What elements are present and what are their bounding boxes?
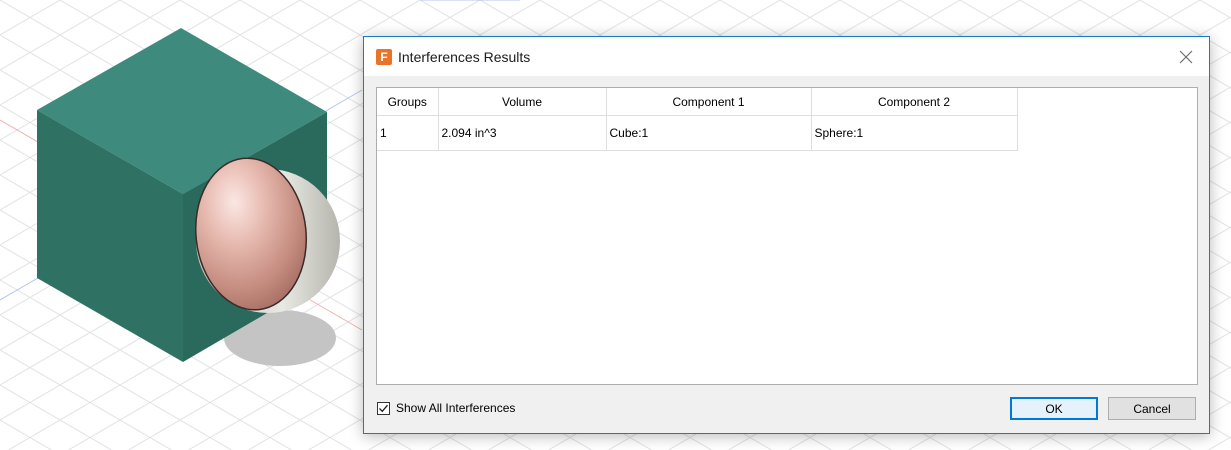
cancel-button[interactable]: Cancel bbox=[1108, 397, 1196, 420]
column-header-component-2[interactable]: Component 2 bbox=[810, 88, 1018, 116]
show-all-interferences-toggle[interactable]: Show All Interferences bbox=[377, 401, 515, 415]
results-table: Groups Volume Component 1 Component 2 1 … bbox=[377, 88, 1018, 151]
table-header-row: Groups Volume Component 1 Component 2 bbox=[377, 88, 1018, 116]
cell-volume: 2.094 in^3 bbox=[437, 115, 607, 151]
dialog-title: Interferences Results bbox=[398, 48, 531, 65]
close-button[interactable] bbox=[1163, 37, 1209, 76]
show-all-label: Show All Interferences bbox=[396, 401, 516, 415]
show-all-checkbox[interactable] bbox=[377, 401, 390, 415]
results-table-panel: Groups Volume Component 1 Component 2 1 … bbox=[376, 87, 1198, 385]
dialog-titlebar[interactable]: F Interferences Results bbox=[364, 37, 1209, 76]
close-icon bbox=[1179, 50, 1193, 63]
column-header-groups[interactable]: Groups bbox=[377, 88, 439, 116]
fusion-app-icon: F bbox=[376, 48, 392, 65]
interferences-dialog: F Interferences Results Groups Volume Co… bbox=[363, 36, 1210, 434]
column-header-component-1[interactable]: Component 1 bbox=[605, 88, 812, 116]
cell-component-2: Sphere:1 bbox=[810, 115, 1018, 151]
checkmark-icon bbox=[379, 404, 388, 412]
ok-button[interactable]: OK bbox=[1010, 397, 1098, 420]
cell-group: 1 bbox=[377, 115, 439, 151]
table-row[interactable]: 1 2.094 in^3 Cube:1 Sphere:1 bbox=[377, 115, 1018, 151]
column-header-volume[interactable]: Volume bbox=[437, 88, 607, 116]
cell-component-1: Cube:1 bbox=[605, 115, 812, 151]
